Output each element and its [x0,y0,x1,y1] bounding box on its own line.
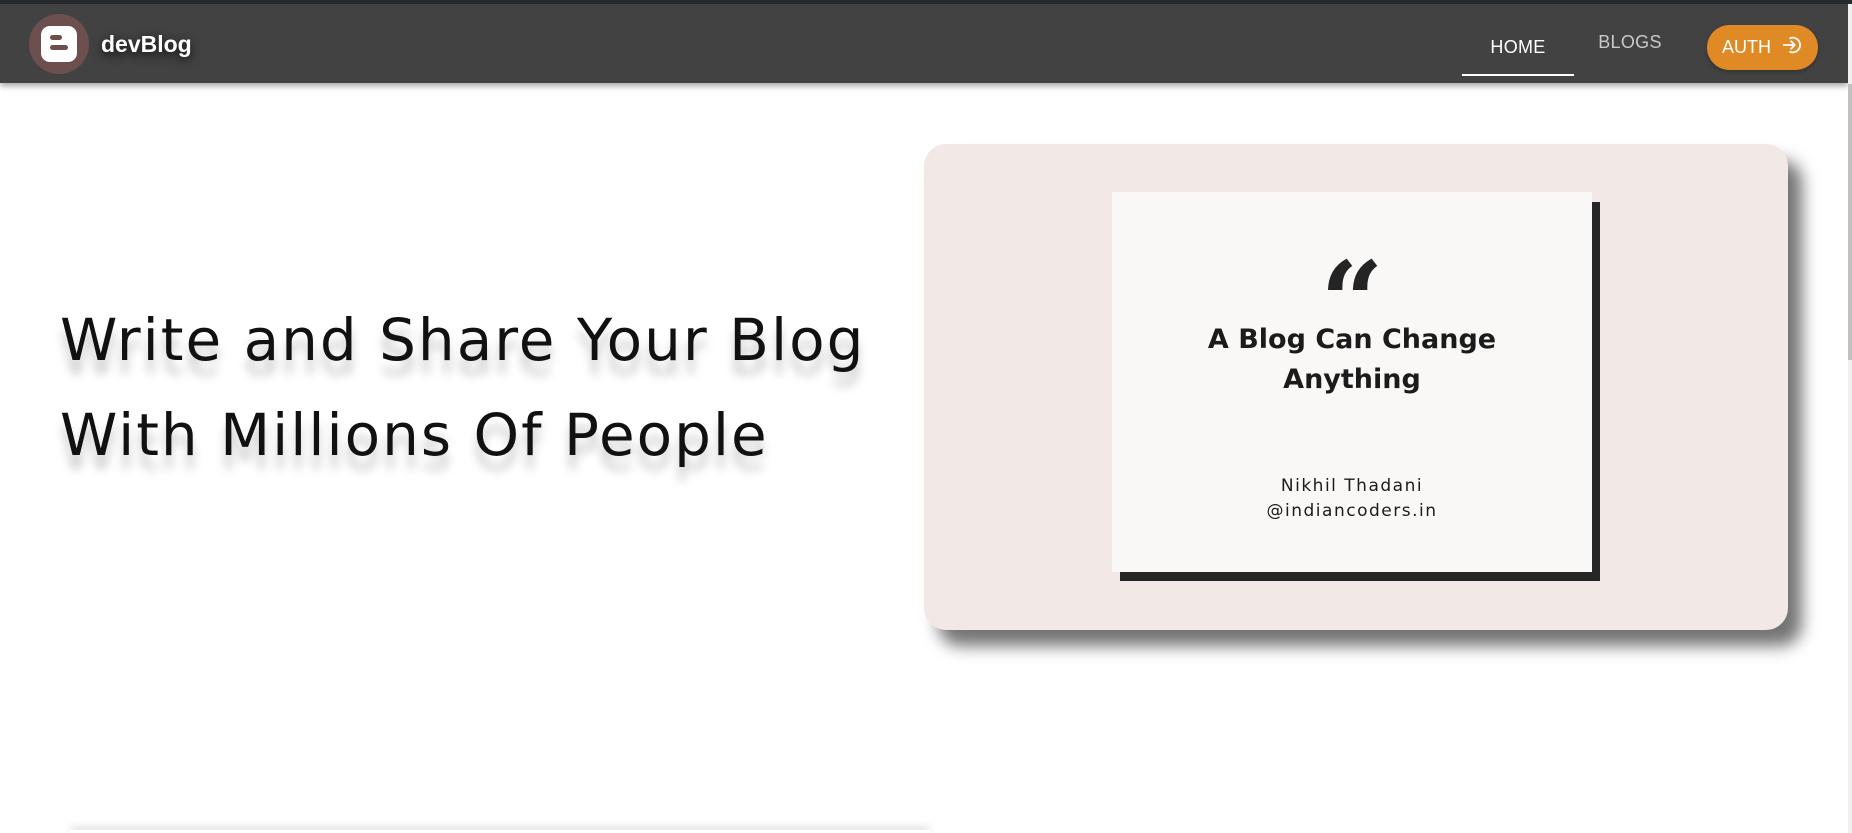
scrollbar-thumb[interactable] [1848,84,1852,360]
hero-title: Write and Share Your Blog With Millions … [60,293,940,483]
quote-card: “ A Blog Can Change Anything Nikhil Thad… [1112,192,1592,572]
auth-button[interactable]: AUTH [1707,25,1818,70]
login-arrow-icon [1781,34,1803,61]
auth-button-label: AUTH [1722,37,1771,57]
quote-text-line-2: Anything [1283,364,1421,395]
blogger-logo-icon[interactable] [29,14,89,74]
quote-text: A Blog Can Change Anything [1152,320,1552,400]
brand-name[interactable]: devBlog [101,31,192,58]
quote-author-handle: @indiancoders.in [1266,501,1438,521]
brand[interactable]: devBlog [29,13,192,75]
quote-mark-icon: “ [1112,232,1592,292]
quote-author: Nikhil Thadani @indiancoders.in [1152,474,1552,524]
tab-blogs[interactable]: BLOGS [1580,13,1680,71]
quote-author-name: Nikhil Thadani [1280,476,1424,496]
quote-text-line-1: A Blog Can Change [1207,324,1497,355]
hero-title-line-2: With Millions Of People [60,401,769,469]
tab-home[interactable]: HOME [1462,18,1574,76]
navbar: devBlog HOME BLOGS AUTH [0,4,1848,83]
hero-title-line-1: Write and Share Your Blog [60,306,866,374]
